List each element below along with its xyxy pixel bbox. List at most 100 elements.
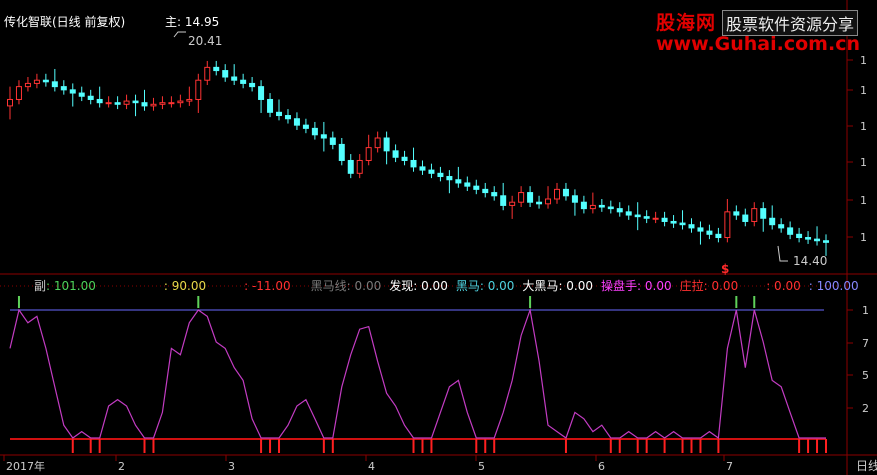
main-value: : 14.95 — [177, 15, 220, 29]
candle — [697, 221, 704, 245]
candle — [473, 179, 480, 195]
candle — [598, 199, 605, 212]
candle — [419, 160, 426, 175]
candle — [562, 182, 569, 201]
candle — [805, 231, 812, 244]
sub-header-item: 大黑马: 0.00 — [522, 279, 593, 293]
logo-url: www.Guhai.com.cn — [656, 33, 860, 55]
candle — [688, 218, 695, 233]
candle — [778, 218, 785, 233]
zero-bar — [71, 439, 74, 453]
candle — [401, 150, 408, 166]
sub-header-label: 黑马 — [455, 279, 480, 293]
logo-cn: 股海网 — [656, 12, 717, 34]
sub-header-value: : 0.00 — [766, 279, 801, 293]
sub-header-item: 操盘手: 0.00 — [601, 279, 672, 293]
candle — [69, 83, 76, 107]
candle — [222, 64, 229, 82]
zero-bar — [331, 439, 334, 453]
peak-bar — [529, 296, 532, 308]
candle — [33, 73, 40, 89]
candle — [769, 205, 776, 230]
candle — [356, 154, 363, 179]
time-tick-label: 2 — [118, 460, 125, 473]
candle — [491, 186, 498, 201]
candle — [392, 144, 399, 163]
candle — [320, 121, 327, 152]
candle — [536, 195, 543, 209]
price-tick-label: 1 — [860, 156, 867, 169]
zero-bar — [717, 439, 720, 453]
sub-header-item: : 90.00 — [164, 279, 206, 293]
candle — [553, 182, 560, 204]
candle — [616, 202, 623, 217]
time-tick-label: 7 — [726, 460, 733, 473]
candle — [679, 210, 686, 230]
chart-canvas[interactable]: 111111 1752 2017年 2 3 4 5 6 7 20.41 14.40 $ — [0, 0, 877, 475]
zero-bar — [798, 439, 801, 453]
sub-header-item: : -11.00 — [244, 279, 291, 293]
sub-header-label: 副 — [34, 279, 47, 293]
candle — [823, 234, 829, 256]
peak-bar — [753, 296, 756, 308]
site-logo: 股海网 股票软件资源分享 www.Guhai.com.cn — [656, 6, 870, 55]
candle — [123, 94, 130, 110]
zero-bar — [816, 439, 819, 453]
candle — [7, 86, 13, 120]
zero-bar — [663, 439, 666, 453]
peak-bar — [735, 296, 738, 308]
candle — [374, 131, 381, 153]
zero-bar — [89, 439, 92, 453]
candle — [51, 68, 58, 92]
sub-header-label: 大黑马 — [522, 279, 559, 293]
candle — [42, 73, 49, 87]
high-price-label: 20.41 — [188, 34, 222, 48]
sub-header-item: 黑马线: 0.00 — [311, 279, 382, 293]
stock-chart-window[interactable]: 111111 1752 2017年 2 3 4 5 6 7 20.41 14.40 $ 传化… — [0, 0, 877, 475]
chart-frame — [0, 0, 877, 475]
candle — [249, 77, 256, 92]
candle — [177, 94, 184, 108]
candle — [661, 211, 668, 227]
candle — [168, 96, 175, 108]
zero-bar — [322, 439, 325, 453]
sub-header-item: : 0.00 — [766, 279, 801, 293]
time-tick-label: 3 — [228, 460, 235, 473]
zero-bar — [564, 439, 567, 453]
candle — [482, 182, 489, 198]
candle — [437, 166, 444, 182]
sub-header-value: : 0.00 — [479, 279, 515, 293]
peak-bar — [17, 296, 20, 308]
zero-bar — [636, 439, 639, 453]
candle — [347, 154, 354, 179]
candle — [787, 221, 794, 240]
sub-header-item: 副: 101.00 — [34, 279, 96, 293]
candle — [195, 73, 202, 113]
candle — [150, 97, 157, 111]
candle — [231, 64, 238, 86]
oscillator-line — [9, 307, 826, 440]
time-tick-label: 2017年 — [6, 459, 45, 473]
osc-tick-label: 7 — [862, 337, 869, 350]
candle — [276, 99, 283, 121]
zero-bar — [421, 439, 424, 453]
zero-bar — [143, 439, 146, 453]
candle — [105, 96, 112, 108]
zero-bar — [475, 439, 478, 453]
sub-header-value: : 0.00 — [703, 279, 739, 293]
candle — [159, 96, 166, 110]
sub-header-value: : 0.00 — [413, 279, 448, 293]
candle — [733, 205, 740, 220]
candle — [365, 134, 372, 166]
candle — [625, 205, 632, 220]
low-price-label: 14.40 — [793, 254, 827, 268]
price-tick-label: 1 — [860, 120, 867, 133]
sub-header-label: 操盘手 — [601, 279, 638, 293]
candle — [132, 94, 139, 117]
zero-bar — [430, 439, 433, 453]
candle — [742, 208, 749, 227]
price-axis: 1 1 1 1 1 1 — [847, 54, 867, 244]
candle — [814, 226, 821, 246]
time-tick-label: 5 — [478, 460, 485, 473]
candle — [518, 186, 525, 208]
